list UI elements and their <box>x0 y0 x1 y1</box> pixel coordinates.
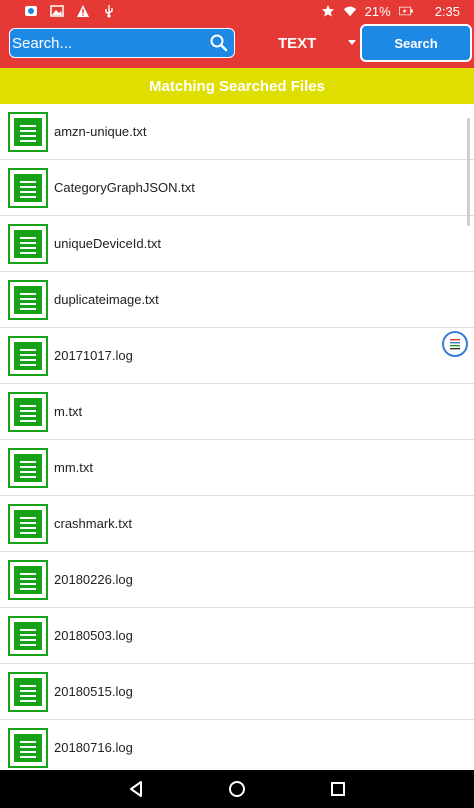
file-name: 20180226.log <box>54 572 133 587</box>
star-icon <box>321 4 335 18</box>
file-name: 20171017.log <box>54 348 133 363</box>
battery-percent: 21% <box>364 3 391 19</box>
file-name: crashmark.txt <box>54 516 133 531</box>
search-input[interactable] <box>12 29 202 57</box>
file-list-item[interactable]: 20180226.log <box>0 552 474 608</box>
text-file-icon <box>8 335 48 376</box>
file-list-item[interactable]: amzn-unique.txt <box>0 104 474 160</box>
text-file-icon <box>8 391 48 432</box>
search-toolbar: TEXT Search <box>0 22 474 68</box>
text-file-icon <box>8 615 48 656</box>
text-file-icon <box>8 559 48 600</box>
file-name: m.txt <box>54 404 83 419</box>
status-bar: 21% 2:35 <box>0 0 474 22</box>
gallery-app-icon <box>24 4 38 18</box>
text-file-icon <box>8 447 48 488</box>
text-file-icon <box>8 111 48 152</box>
text-file-icon <box>8 727 48 768</box>
home-icon[interactable] <box>227 779 247 799</box>
chevron-down-icon <box>348 40 356 45</box>
file-list-item[interactable]: mm.txt <box>0 440 474 496</box>
usb-icon <box>102 4 116 18</box>
warning-icon <box>76 4 90 18</box>
file-list-item[interactable]: uniqueDeviceId.txt <box>0 216 474 272</box>
search-icon[interactable] <box>209 33 229 53</box>
back-icon[interactable] <box>127 779 147 799</box>
text-file-icon <box>8 223 48 264</box>
list-scrollbar[interactable] <box>467 118 470 226</box>
results-banner: Matching Searched Files <box>0 68 474 104</box>
file-type-value: TEXT <box>278 34 317 52</box>
file-list-item[interactable]: 20180716.log <box>0 720 474 768</box>
image-icon <box>50 4 64 18</box>
recents-icon[interactable] <box>328 779 348 799</box>
file-list-item[interactable]: 20180515.log <box>0 664 474 720</box>
file-name: amzn-unique.txt <box>54 124 147 139</box>
file-type-dropdown[interactable]: TEXT <box>262 28 358 58</box>
file-list-item[interactable]: 20171017.log <box>0 328 474 384</box>
wifi-icon <box>343 4 357 18</box>
clock: 2:35 <box>434 3 460 19</box>
file-list[interactable]: amzn-unique.txt CategoryGraphJSON.txt uniq… <box>0 104 474 768</box>
file-name: 20180503.log <box>54 628 133 643</box>
file-name: uniqueDeviceId.txt <box>54 236 161 251</box>
text-file-icon <box>8 671 48 712</box>
system-nav-bar <box>0 770 474 808</box>
file-list-item[interactable]: crashmark.txt <box>0 496 474 552</box>
file-list-item[interactable]: duplicateimage.txt <box>0 272 474 328</box>
floating-notes-icon[interactable] <box>442 331 468 357</box>
file-name: 20180716.log <box>54 740 133 755</box>
text-file-icon <box>8 503 48 544</box>
file-name: mm.txt <box>54 460 93 475</box>
text-file-icon <box>8 279 48 320</box>
file-list-item[interactable]: CategoryGraphJSON.txt <box>0 160 474 216</box>
battery-charging-icon <box>398 4 413 18</box>
text-file-icon <box>8 167 48 208</box>
file-name: CategoryGraphJSON.txt <box>54 180 195 195</box>
search-button[interactable]: Search <box>360 24 472 62</box>
file-name: duplicateimage.txt <box>54 292 159 307</box>
file-list-item[interactable]: 20180503.log <box>0 608 474 664</box>
search-field[interactable] <box>9 28 235 58</box>
file-name: 20180515.log <box>54 684 133 699</box>
file-list-item[interactable]: m.txt <box>0 384 474 440</box>
